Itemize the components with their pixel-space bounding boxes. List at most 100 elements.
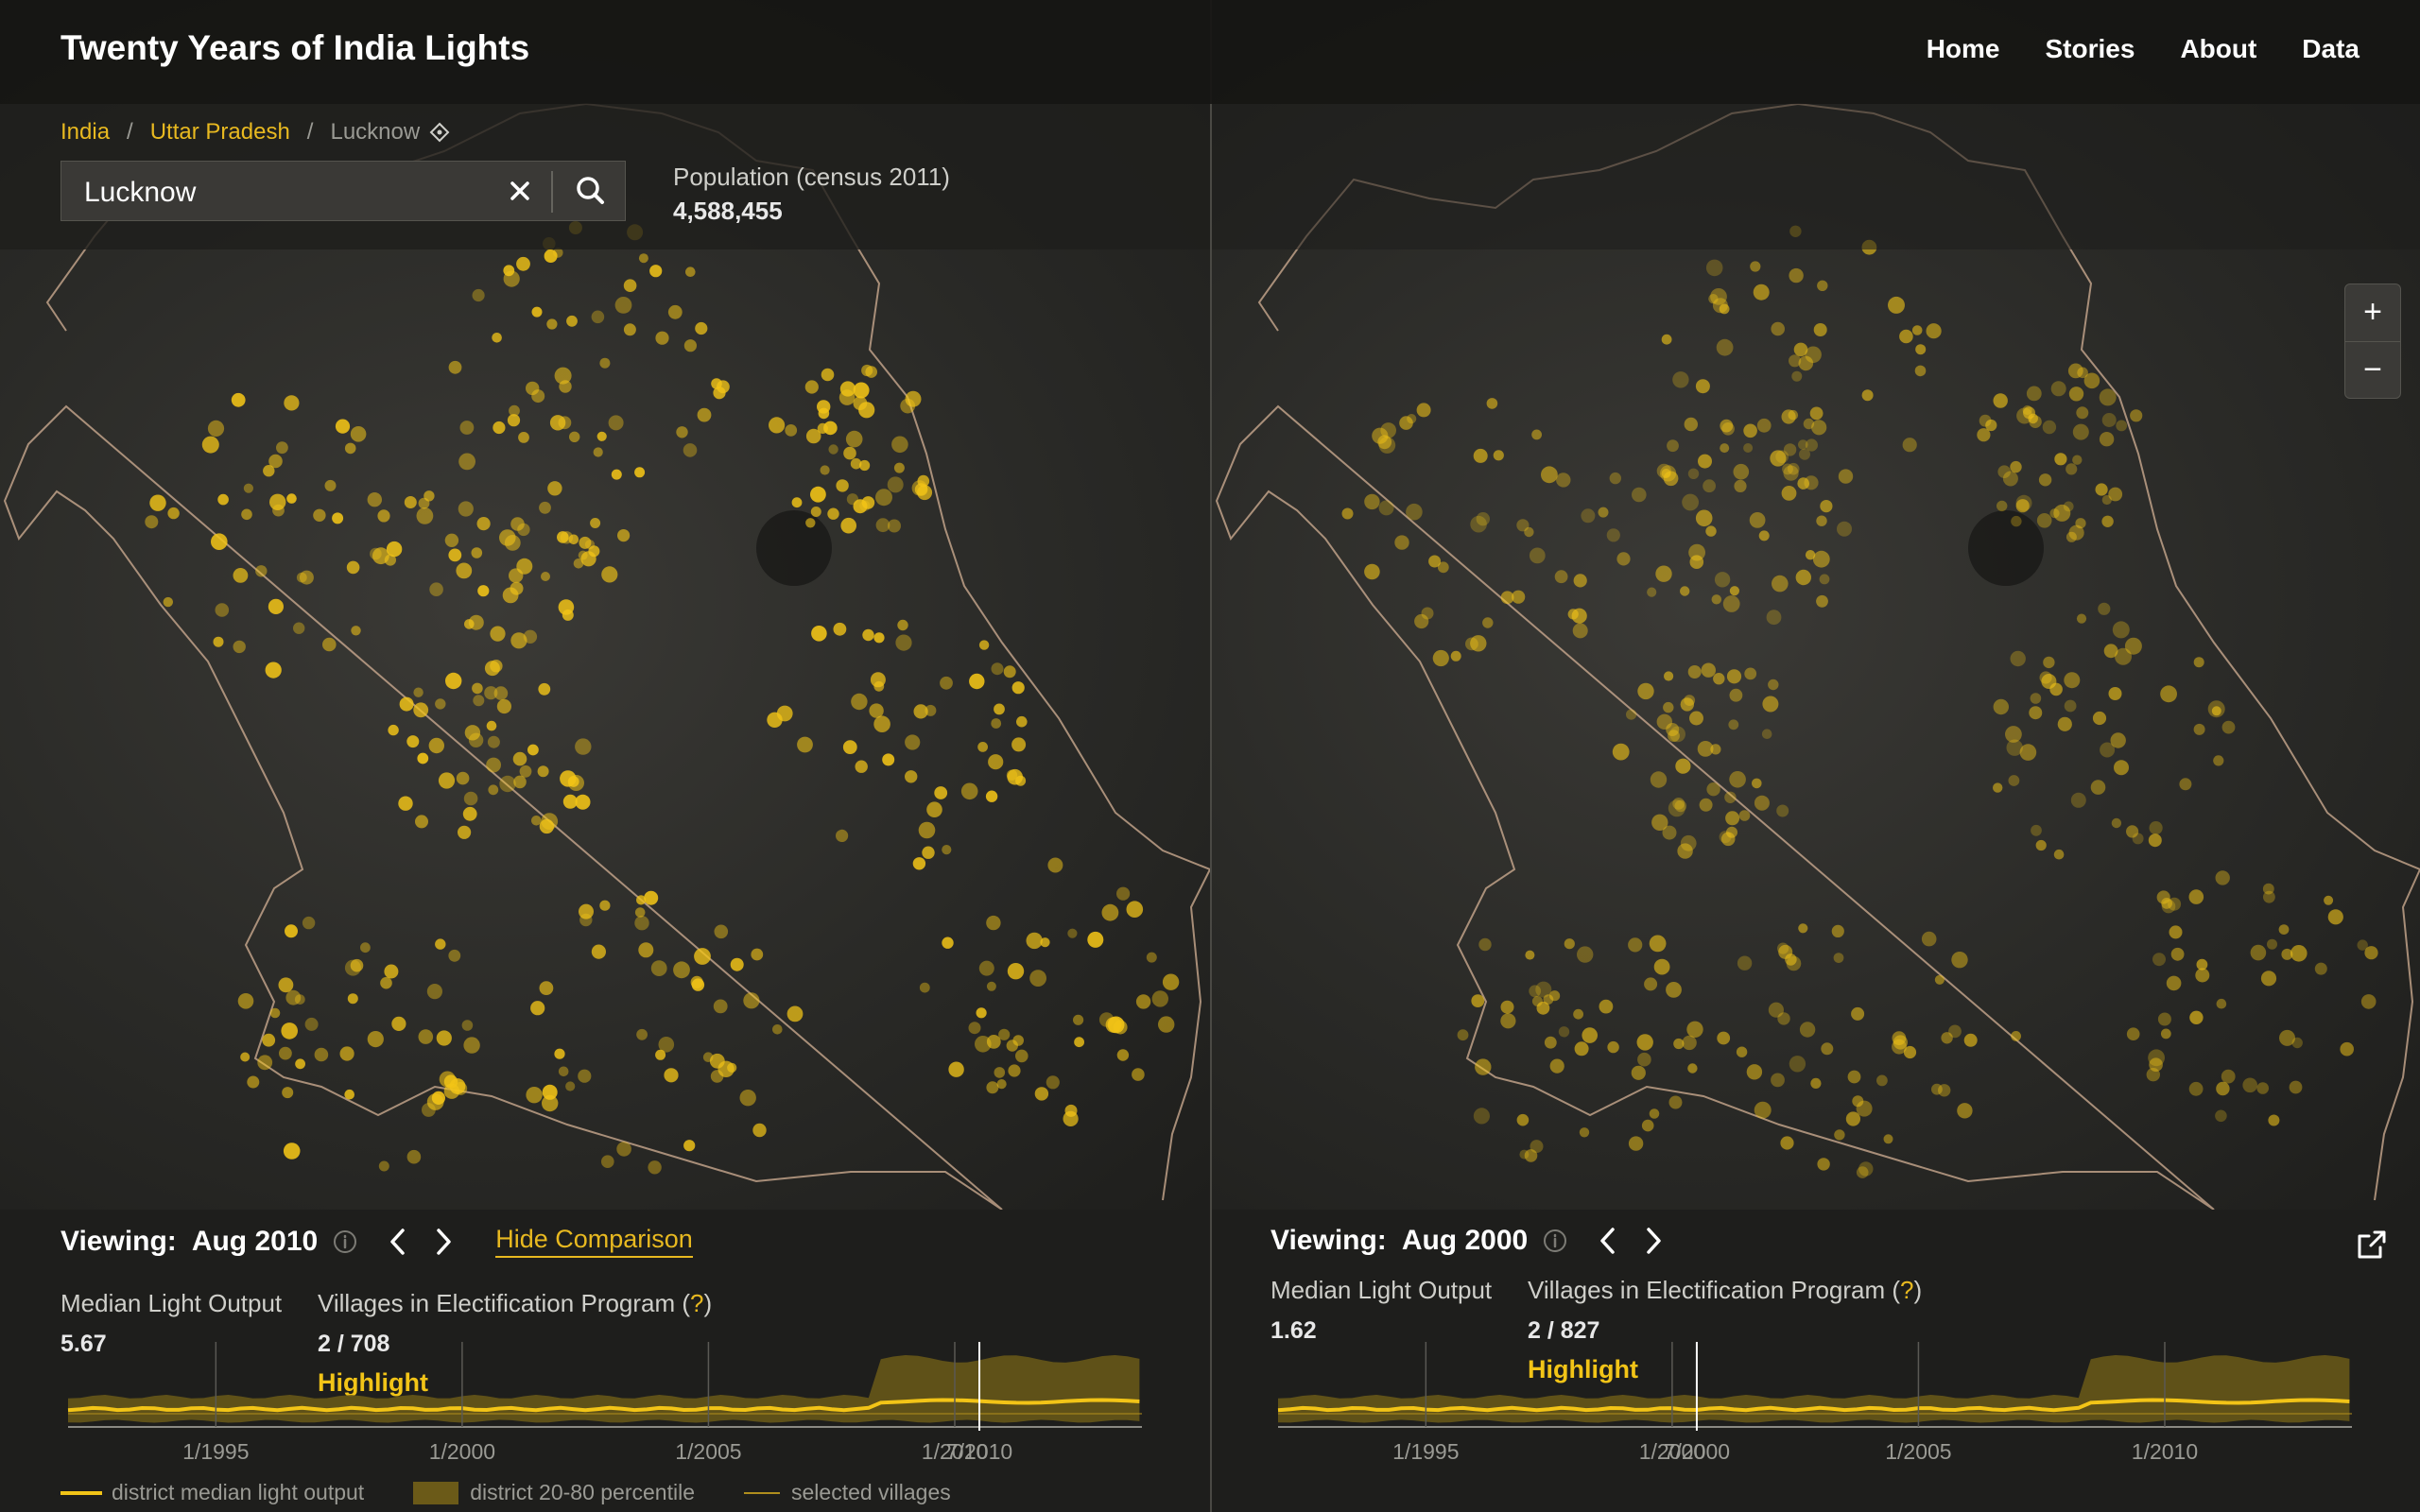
light-dot — [1845, 1111, 1860, 1126]
light-dot — [842, 740, 857, 754]
light-dot — [472, 288, 485, 302]
light-dot — [1783, 443, 1797, 456]
light-dot — [1711, 594, 1721, 605]
light-dot — [873, 632, 885, 644]
light-dot — [2126, 1027, 2140, 1040]
light-dot — [531, 306, 543, 318]
help-link[interactable]: ? — [1900, 1276, 1913, 1304]
breadcrumb: India / Uttar Pradesh / Lucknow — [60, 119, 450, 146]
light-dot — [542, 1084, 558, 1100]
light-dot — [2263, 890, 2275, 903]
light-dot — [541, 572, 550, 581]
villages-label: Villages in Electification Program (?) — [1528, 1276, 1922, 1305]
light-dot — [367, 492, 382, 507]
light-dot — [804, 380, 819, 394]
light-dot — [1034, 1087, 1049, 1101]
nav-home[interactable]: Home — [1927, 34, 2000, 64]
light-dot — [2160, 1028, 2171, 1040]
plus-icon[interactable]: + — [2345, 284, 2400, 341]
light-dot — [285, 924, 298, 938]
info-icon[interactable] — [1543, 1228, 1567, 1253]
target-icon[interactable] — [429, 122, 450, 143]
light-dot — [2092, 711, 2107, 726]
light-dot — [1780, 1136, 1794, 1150]
light-dot — [2250, 944, 2267, 961]
light-dot — [1364, 493, 1380, 510]
light-dot — [1087, 931, 1104, 948]
light-dot — [1788, 409, 1799, 421]
nav-about[interactable]: About — [2180, 34, 2256, 64]
light-dot — [1703, 479, 1716, 493]
external-link-icon[interactable] — [2356, 1228, 2388, 1261]
light-dot — [2050, 381, 2066, 397]
light-dot — [1500, 591, 1514, 605]
light-dot — [591, 310, 605, 324]
light-dot — [279, 1046, 292, 1060]
light-dot — [667, 304, 683, 319]
chevron-left-icon[interactable] — [1596, 1225, 1620, 1257]
search-input[interactable] — [82, 171, 540, 215]
light-dot — [367, 1031, 384, 1048]
timeline-chart-left[interactable]: 1/1995 1/2000 1/2005 1/20107/2010 — [60, 1342, 1157, 1465]
light-dot — [2015, 499, 2030, 513]
hide-comparison-link[interactable]: Hide Comparison — [495, 1225, 693, 1258]
search-icon[interactable] — [562, 169, 619, 213]
light-dot — [1724, 791, 1737, 803]
minus-icon[interactable]: − — [2345, 341, 2400, 399]
light-dot — [488, 784, 499, 796]
breadcrumb-state[interactable]: Uttar Pradesh — [150, 119, 290, 146]
light-dot — [269, 493, 286, 510]
tick-label: 1/2000 — [429, 1439, 495, 1464]
light-dot — [1628, 1136, 1644, 1151]
chevron-left-icon[interactable] — [386, 1226, 410, 1258]
light-dot — [1516, 519, 1530, 532]
light-dot — [772, 1024, 783, 1035]
close-icon[interactable] — [498, 169, 542, 213]
light-dot — [683, 339, 698, 352]
light-dot — [1701, 662, 1716, 678]
light-dot — [925, 704, 937, 716]
light-dot — [503, 265, 515, 277]
light-dot — [818, 407, 830, 420]
timeline-chart-right[interactable]: 1/1995 1/2000 1/2005 1/20107/2000 — [1270, 1342, 2367, 1465]
breadcrumb-country[interactable]: India — [60, 119, 110, 146]
light-dot — [2149, 821, 2163, 835]
light-dot — [1821, 1042, 1834, 1056]
light-dot — [1753, 284, 1770, 301]
light-dot — [1126, 901, 1144, 918]
info-icon[interactable] — [333, 1229, 357, 1254]
chevron-right-icon[interactable] — [431, 1226, 456, 1258]
light-dot — [1717, 1031, 1731, 1045]
light-dot — [2213, 755, 2224, 766]
nav-stories[interactable]: Stories — [2046, 34, 2135, 64]
light-dot — [1616, 552, 1631, 566]
light-dot — [2057, 716, 2072, 731]
light-dot — [2026, 386, 2042, 402]
light-dot — [2064, 672, 2081, 689]
light-dot — [1951, 952, 1968, 969]
light-dot — [1716, 338, 1734, 356]
light-dot — [413, 702, 429, 718]
light-dot — [413, 687, 424, 697]
light-dot — [285, 989, 302, 1005]
light-dot — [1833, 953, 1844, 963]
light-dot — [2179, 778, 2192, 791]
light-dot — [257, 1055, 273, 1071]
light-dot — [2083, 372, 2100, 389]
light-dot — [805, 518, 816, 528]
light-dot — [1637, 682, 1654, 700]
light-dot — [2242, 1077, 2257, 1093]
light-dot — [1795, 569, 1811, 586]
light-dot — [727, 1062, 737, 1073]
light-dot — [149, 494, 166, 511]
light-dot — [417, 752, 429, 765]
light-dot — [827, 507, 839, 520]
percentile-band — [1278, 1355, 2350, 1423]
location-bar-right — [1212, 104, 2420, 249]
light-dot — [435, 698, 446, 710]
nav-data[interactable]: Data — [2302, 34, 2360, 64]
help-link[interactable]: ? — [690, 1289, 703, 1317]
light-dot — [1673, 1038, 1685, 1050]
light-dot — [476, 517, 491, 531]
chevron-right-icon[interactable] — [1641, 1225, 1666, 1257]
